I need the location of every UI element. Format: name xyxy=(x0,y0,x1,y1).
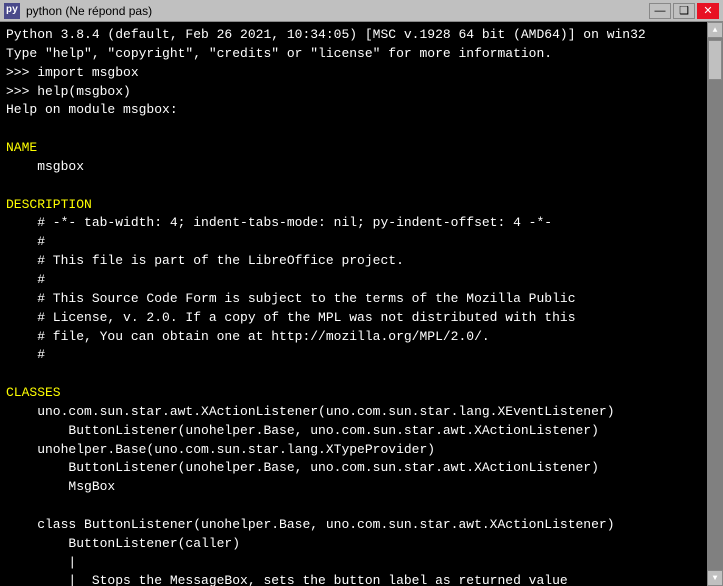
scrollbar-track[interactable] xyxy=(707,38,723,570)
scrollbar[interactable]: ▲ ▼ xyxy=(707,22,723,586)
title-bar: py python (Ne répond pas) — ❑ ✕ xyxy=(0,0,723,22)
scrollbar-thumb[interactable] xyxy=(708,40,722,80)
scrollbar-down-arrow[interactable]: ▼ xyxy=(707,570,723,586)
app-icon-label: py xyxy=(6,5,18,16)
close-button[interactable]: ✕ xyxy=(697,3,719,19)
title-bar-buttons: — ❑ ✕ xyxy=(649,3,719,19)
restore-button[interactable]: ❑ xyxy=(673,3,695,19)
minimize-button[interactable]: — xyxy=(649,3,671,19)
console-area: Python 3.8.4 (default, Feb 26 2021, 10:3… xyxy=(0,22,723,586)
title-bar-text: python (Ne répond pas) xyxy=(26,4,152,18)
console-output: Python 3.8.4 (default, Feb 26 2021, 10:3… xyxy=(6,26,717,586)
app-icon: py xyxy=(4,3,20,19)
title-bar-left: py python (Ne répond pas) xyxy=(4,3,152,19)
scrollbar-up-arrow[interactable]: ▲ xyxy=(707,22,723,38)
